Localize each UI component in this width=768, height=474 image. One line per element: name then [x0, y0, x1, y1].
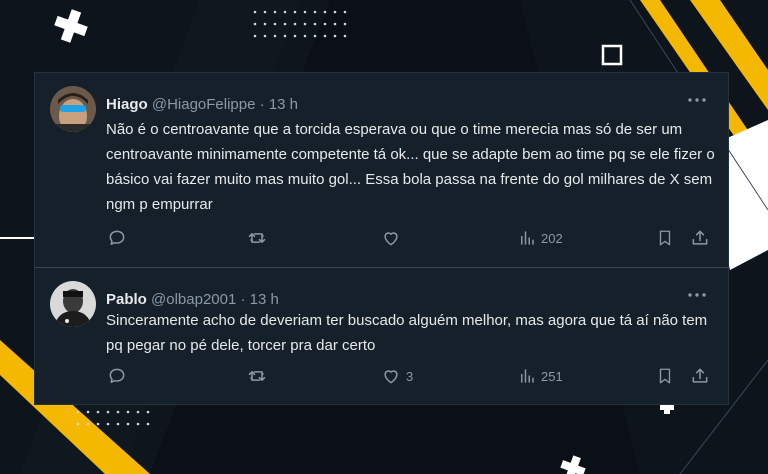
views-button[interactable]: 251 — [518, 365, 563, 387]
share-button[interactable] — [690, 365, 710, 387]
plus-sign-bottom — [560, 455, 586, 474]
more-icon[interactable] — [686, 288, 708, 302]
tweet-actions: 3 251 — [105, 365, 715, 387]
views-icon — [521, 369, 534, 383]
reply-button[interactable] — [107, 227, 127, 249]
view-count: 202 — [541, 230, 563, 246]
more-icon[interactable] — [686, 93, 708, 107]
bookmark-button[interactable] — [656, 227, 674, 249]
share-icon — [692, 368, 708, 383]
reply-icon — [109, 368, 125, 383]
tweet-header: Hiago @HiagoFelippe · 13 h — [106, 96, 298, 113]
views-button[interactable]: 202 — [518, 227, 563, 249]
avatar[interactable] — [50, 281, 96, 327]
retweet-icon — [248, 233, 266, 243]
retweet-button[interactable] — [246, 227, 268, 249]
share-icon — [692, 230, 708, 245]
share-button[interactable] — [690, 227, 710, 249]
bookmark-icon — [659, 230, 671, 246]
separator-dot: · — [259, 96, 265, 113]
tweet-header: Pablo @olbap2001 · 13 h — [106, 291, 279, 308]
view-count: 251 — [541, 368, 563, 384]
retweet-icon — [248, 371, 266, 381]
tweet-text: Sinceramente acho de deveriam ter buscad… — [106, 312, 708, 354]
like-button[interactable] — [381, 227, 406, 249]
separator-dot: · — [240, 291, 246, 308]
tweet-hiago[interactable]: Hiago @HiagoFelippe · 13 h Não é o centr… — [35, 73, 728, 268]
user-handle[interactable]: @HiagoFelippe — [152, 96, 256, 113]
reply-icon — [109, 230, 125, 245]
like-icon — [384, 232, 398, 246]
reply-button[interactable] — [107, 365, 127, 387]
avatar[interactable] — [50, 86, 96, 132]
bookmark-button[interactable] — [656, 365, 674, 387]
like-count: 3 — [406, 368, 414, 384]
tweet-text: Não é o centroavante que a torcida esper… — [106, 121, 715, 213]
tweet-thread-card: Hiago @HiagoFelippe · 13 h Não é o centr… — [34, 72, 729, 405]
display-name[interactable]: Hiago — [106, 96, 148, 113]
tweet-actions: 202 — [105, 227, 715, 249]
retweet-button[interactable] — [246, 365, 268, 387]
timestamp[interactable]: 13 h — [250, 291, 279, 308]
views-icon — [521, 231, 534, 245]
bookmark-icon — [659, 368, 671, 384]
timestamp[interactable]: 13 h — [269, 96, 298, 113]
like-icon — [384, 370, 398, 384]
display-name[interactable]: Pablo — [106, 291, 147, 308]
like-button[interactable]: 3 — [381, 365, 413, 387]
user-handle[interactable]: @olbap2001 — [151, 291, 236, 308]
tweet-pablo[interactable]: Pablo @olbap2001 · 13 h Sinceramente ach… — [35, 268, 728, 406]
